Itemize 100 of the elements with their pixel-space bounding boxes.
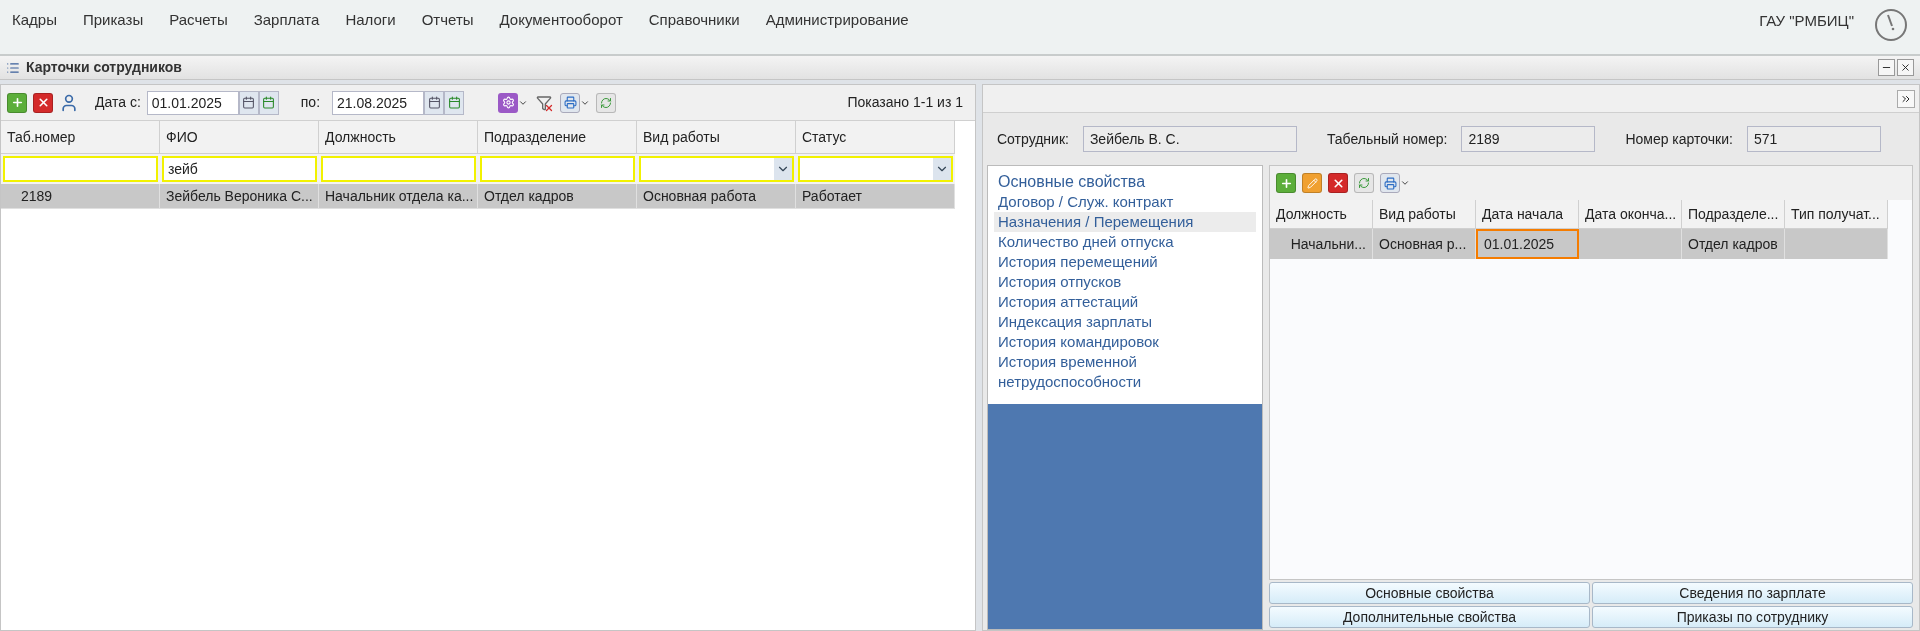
nav-item[interactable]: История временной нетрудоспособности [994,352,1256,392]
table-cell: 2189 [1,184,160,208]
section-button[interactable]: Дополнительные свойства [1269,606,1590,628]
read-only-field[interactable]: Зейбель В. С. [1082,126,1297,152]
plus-icon [1279,176,1293,190]
print-menu-button[interactable] [560,92,591,113]
nav-item[interactable]: История перемещений [994,252,1256,272]
column-header[interactable]: Вид работы [637,121,796,153]
records-count: Показано 1-1 из 1 [847,93,963,112]
window-title: Карточки сотрудников [26,58,182,77]
expand-button[interactable] [1897,89,1915,108]
section-button[interactable]: Основные свойства [1269,582,1590,604]
table-row[interactable]: 2189 Зейбель Вероника С... Начальник отдела ка... Отдел кадров Основная работа Работает [1,184,955,209]
menu-item[interactable]: Зарплата [253,8,320,32]
nav-item[interactable]: История аттестаций [994,292,1256,312]
filter-field[interactable] [3,156,158,182]
table-row[interactable]: Начальни... Основная р... 01.01.2025 Отдел кадров [1270,229,1888,259]
column-header[interactable]: Тип получат... [1785,200,1888,228]
table-cell: Зейбель Вероника С... [160,184,319,208]
nav-item[interactable]: Договор / Служ. контракт [994,192,1256,212]
edit-button[interactable] [1302,173,1322,193]
table-cell: Работает [796,184,955,208]
refresh-button[interactable] [1354,173,1374,193]
menu-item[interactable]: Кадры [12,8,57,32]
date-field[interactable]: 01.01.2025 [146,90,239,115]
column-header[interactable]: Таб.номер [1,121,160,153]
calendar-icon [447,96,461,109]
print-menu-button[interactable] [1380,173,1410,193]
nav-item[interactable]: Индексация зарплаты [994,312,1256,332]
settings-menu-button[interactable] [498,92,529,113]
filter-icon [536,94,553,111]
column-header[interactable]: Подразделение [478,121,637,153]
close-icon [1900,62,1911,73]
field-label: Табельный номер: [1326,129,1448,149]
date-to-label: по: [300,93,321,112]
organization-name: ГАУ "РМБИЦ" [1759,10,1854,31]
menu-item[interactable]: Документооборот [499,8,623,32]
table-cell: Основная р... [1373,229,1476,259]
cross-icon [36,96,50,109]
delete-button[interactable] [33,92,53,113]
add-button[interactable] [7,92,27,113]
section-button[interactable]: Приказы по сотруднику [1592,606,1913,628]
person-icon[interactable] [59,92,79,113]
minimize-button[interactable] [1878,59,1895,76]
add-button[interactable] [1276,173,1296,193]
cross-icon [1331,176,1345,190]
field-label: Номер карточки: [1625,129,1733,149]
field-label: Сотрудник: [997,129,1069,149]
nav-item[interactable]: Основные свойства [994,172,1256,192]
table-cell: Начальник отдела ка... [319,184,478,208]
nav-item[interactable]: История отпусков [994,272,1256,292]
caret-icon [1400,178,1410,188]
menu-item[interactable]: Приказы [82,8,144,32]
column-header[interactable]: Подразделе... [1682,200,1785,228]
date-picker-button[interactable] [258,90,279,115]
table-cell: 01.01.2025 [1476,229,1579,259]
calendar-button[interactable] [424,90,445,115]
table-cell: Основная работа [637,184,796,208]
column-header[interactable]: Дата оконча... [1579,200,1682,228]
printer-icon [563,96,577,109]
read-only-field[interactable]: 571 [1746,126,1881,152]
nav-item[interactable]: Количество дней отпуска [994,232,1256,252]
filter-field[interactable] [480,156,635,182]
calendar-icon [262,96,276,109]
refresh-icon [1358,177,1370,189]
circle-slash-icon[interactable] [1874,8,1908,42]
table-cell: Начальни... [1270,229,1373,259]
table-cell: Отдел кадров [478,184,637,208]
menu-item[interactable]: Налоги [345,8,396,32]
menu-item[interactable]: Расчеты [169,8,228,32]
table-cell: Отдел кадров [1682,229,1785,259]
menu-item[interactable]: Справочники [648,8,740,32]
section-button[interactable]: Сведения по зарплате [1592,582,1913,604]
refresh-button[interactable] [596,92,617,113]
column-header[interactable]: ФИО [160,121,319,153]
plus-icon [10,96,24,109]
menu-item[interactable]: Администрирование [765,8,909,32]
printer-icon [1383,176,1397,190]
column-header[interactable]: Должность [319,121,478,153]
date-picker-button[interactable] [444,90,465,115]
calendar-icon [242,96,256,109]
column-header[interactable]: Вид работы [1373,200,1476,228]
filter-field[interactable] [321,156,476,182]
date-from-label: Дата с: [95,93,141,112]
refresh-icon [600,96,613,109]
filter-field[interactable]: зейб [162,156,317,182]
read-only-field[interactable]: 2189 [1461,126,1596,152]
calendar-button[interactable] [238,90,259,115]
menu-item[interactable]: Отчеты [421,8,474,32]
column-header[interactable]: Дата начала [1476,200,1579,228]
column-header[interactable]: Должность [1270,200,1373,228]
window-icon [6,60,20,75]
nav-item[interactable]: Назначения / Перемещения [994,212,1256,232]
close-button[interactable] [1897,59,1914,76]
gear-icon [501,96,515,109]
date-field[interactable]: 21.08.2025 [332,90,425,115]
cross-icon [544,102,555,113]
delete-button[interactable] [1328,173,1348,193]
nav-item[interactable]: История командировок [994,332,1256,352]
column-header[interactable]: Статус [796,121,955,153]
